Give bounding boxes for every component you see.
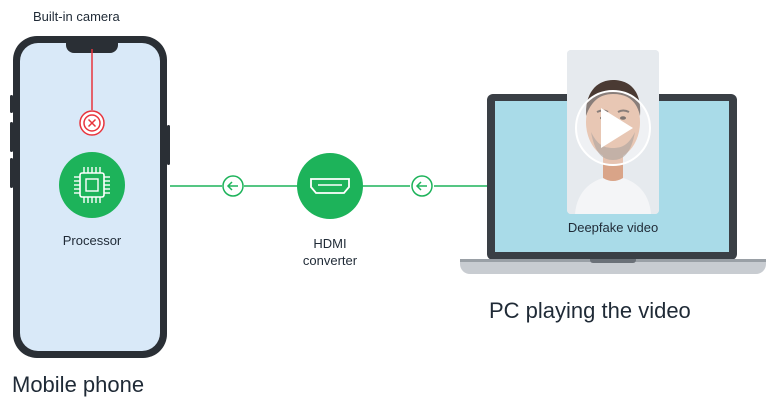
video-label: Deepfake video — [567, 220, 659, 235]
flow-diagram — [59, 49, 651, 219]
camera-label: Built-in camera — [33, 9, 120, 24]
pc-caption: PC playing the video — [489, 298, 691, 323]
play-icon — [575, 90, 651, 166]
close-circle-icon — [79, 110, 105, 136]
arrow-left-circle-icon — [411, 175, 433, 197]
phone-caption: Mobile phone — [12, 372, 145, 397]
hdmi-port-icon — [297, 153, 363, 219]
arrow-left-circle-icon — [222, 175, 244, 197]
hdmi-label-line1: HDMI — [313, 236, 347, 251]
hdmi-label: HDMI converter — [290, 235, 370, 269]
chip-icon — [59, 152, 125, 218]
hdmi-label-line2: converter — [302, 253, 358, 268]
processor-label: Processor — [62, 233, 122, 248]
